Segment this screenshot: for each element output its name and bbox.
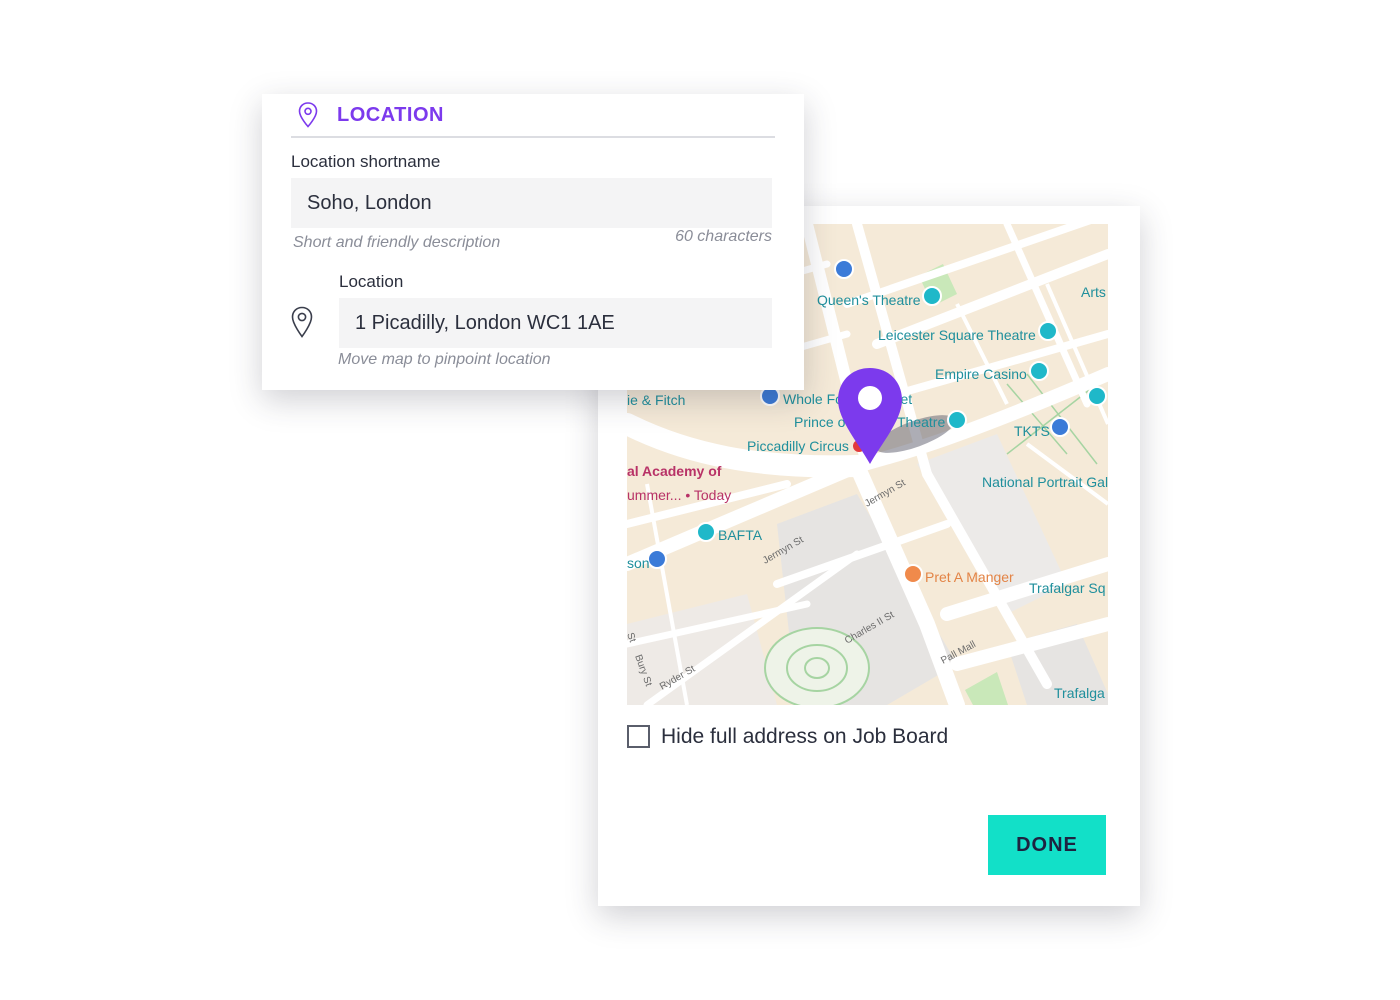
map-label-pret[interactable]: Pret A Manger xyxy=(925,569,1014,585)
map-label-queens-theatre[interactable]: Queen's Theatre xyxy=(817,292,921,308)
map-label-tkts[interactable]: TKTS xyxy=(1014,423,1050,439)
map-label-prince[interactable]: Prince o xyxy=(794,414,846,430)
location-hint: Move map to pinpoint location xyxy=(338,351,551,368)
shortname-char-limit: 60 characters xyxy=(675,228,772,245)
map-label-academy[interactable]: al Academy of xyxy=(627,463,722,479)
shortname-input[interactable] xyxy=(291,178,772,228)
hide-address-checkbox[interactable] xyxy=(627,725,650,748)
map-label-national-portrait[interactable]: National Portrait Gal xyxy=(982,474,1108,490)
map-label-theatre[interactable]: Theatre xyxy=(897,414,945,430)
shortname-hint: Short and friendly description xyxy=(293,234,501,251)
location-input[interactable] xyxy=(339,298,772,348)
map-label-trafalgar[interactable]: Trafalga xyxy=(1054,685,1105,701)
address-pin-icon xyxy=(291,306,313,338)
map-label-leicester-square-theatre[interactable]: Leicester Square Theatre xyxy=(878,327,1036,343)
location-card-title: LOCATION xyxy=(337,103,444,126)
hide-address-label[interactable]: Hide full address on Job Board xyxy=(661,725,948,749)
map-label-bafta[interactable]: BAFTA xyxy=(718,527,763,543)
map-label-trafalgar-sq[interactable]: Trafalgar Sq xyxy=(1029,580,1106,596)
hide-address-option[interactable]: Hide full address on Job Board xyxy=(627,723,948,750)
location-label: Location xyxy=(339,272,404,291)
map-label-son[interactable]: son xyxy=(627,555,650,571)
location-card: LOCATION Location shortname Short and fr… xyxy=(262,94,804,390)
location-card-header: LOCATION xyxy=(291,94,775,138)
map-label-fitch[interactable]: ie & Fitch xyxy=(627,392,685,408)
location-pin-icon xyxy=(298,102,318,128)
map-label-piccadilly-circus[interactable]: Piccadilly Circus xyxy=(747,438,849,454)
shortname-label: Location shortname xyxy=(291,152,441,171)
map-label-arts[interactable]: Arts xyxy=(1081,284,1106,300)
map-label-empire-casino[interactable]: Empire Casino xyxy=(935,366,1027,382)
done-button[interactable]: DONE xyxy=(988,815,1106,875)
map-label-academy-sub: ummer... • Today xyxy=(627,487,731,503)
